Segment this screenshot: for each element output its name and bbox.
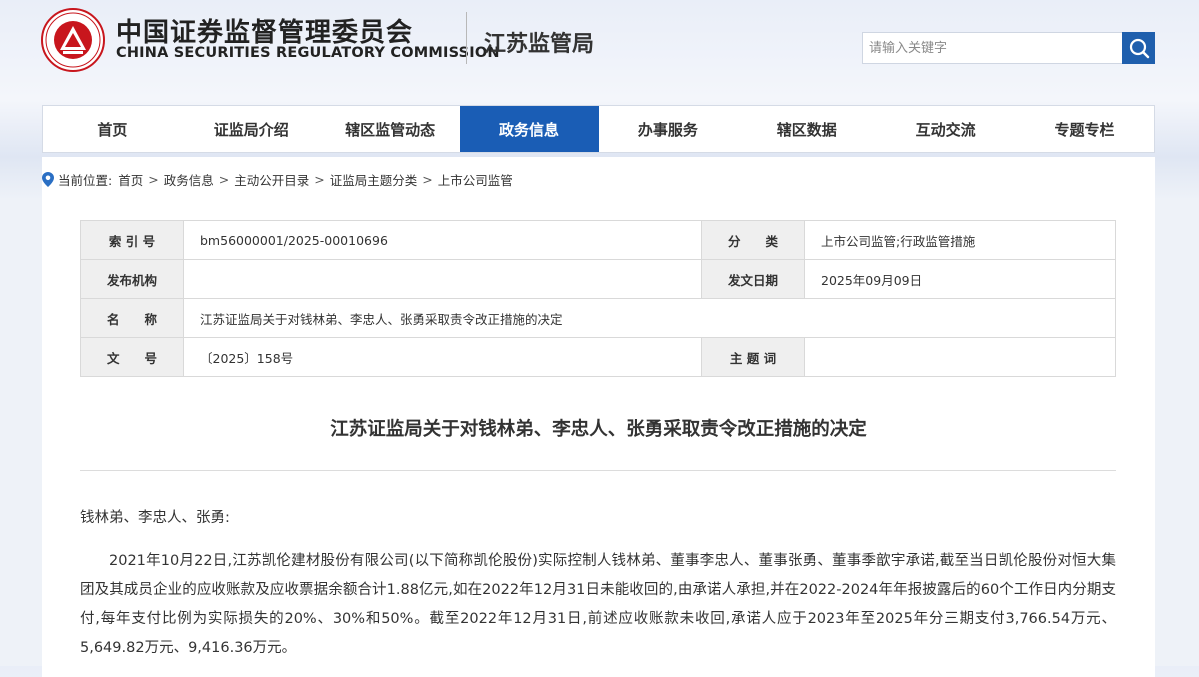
nav-item-regional-data[interactable]: 辖区数据 xyxy=(737,106,876,152)
bureau-name: 江苏监管局 xyxy=(484,32,595,57)
name-label: 名 称 xyxy=(80,298,184,338)
csrc-logo-icon xyxy=(41,8,105,72)
breadcrumb-government-info[interactable]: 政务信息 xyxy=(164,170,214,189)
docno-value: 〔2025〕158号 xyxy=(183,337,702,377)
index-value: bm56000001/2025-00010696 xyxy=(183,220,702,260)
nav-item-home[interactable]: 首页 xyxy=(43,106,182,152)
document-salutation: 钱林弟、李忠人、张勇: xyxy=(80,510,230,526)
breadcrumb-topic-category[interactable]: 证监局主题分类 xyxy=(330,170,418,189)
document-paragraph: 2021年10月22日,江苏凯伦建材股份有限公司(以下简称凯伦股份)实际控制人钱… xyxy=(80,553,1116,656)
nav-item-government-info[interactable]: 政务信息 xyxy=(459,106,599,152)
title-divider xyxy=(80,470,1116,471)
breadcrumb-separator: > xyxy=(422,172,433,187)
breadcrumb-separator: > xyxy=(314,172,325,187)
search-input[interactable] xyxy=(862,32,1122,64)
header-divider xyxy=(466,12,467,64)
nav-item-special-topics[interactable]: 专题专栏 xyxy=(1015,106,1154,152)
date-value: 2025年09月09日 xyxy=(804,259,1116,299)
docno-label: 文 号 xyxy=(80,337,184,377)
publisher-label: 发布机构 xyxy=(80,259,184,299)
publisher-value xyxy=(183,259,702,299)
category-value: 上市公司监管;行政监管措施 xyxy=(804,220,1116,260)
breadcrumb-separator: > xyxy=(218,172,230,187)
breadcrumb-listed-company[interactable]: 上市公司监管 xyxy=(438,170,513,189)
name-value: 江苏证监局关于对钱林弟、李忠人、张勇采取责令改正措施的决定 xyxy=(183,298,1116,338)
breadcrumb-prefix: 当前位置: xyxy=(58,173,113,188)
nav-item-bureau-intro[interactable]: 证监局介绍 xyxy=(182,106,321,152)
nav-item-interaction[interactable]: 互动交流 xyxy=(876,106,1015,152)
nav-item-regulatory-news[interactable]: 辖区监管动态 xyxy=(321,106,460,152)
content-panel: 当前位置: 首页 > 政务信息 > 主动公开目录 > 证监局主题分类 > 上市公… xyxy=(42,157,1155,677)
main-nav: 首页 证监局介绍 辖区监管动态 政务信息 办事服务 辖区数据 互动交流 专题专栏 xyxy=(42,105,1155,153)
breadcrumb: 当前位置: 首页 > 政务信息 > 主动公开目录 > 证监局主题分类 > 上市公… xyxy=(42,170,513,189)
topic-value xyxy=(804,337,1116,377)
document-info-table: 索 引 号 bm56000001/2025-00010696 分 类 上市公司监… xyxy=(80,220,1116,377)
topic-label: 主 题 词 xyxy=(701,337,805,377)
breadcrumb-public-catalog[interactable]: 主动公开目录 xyxy=(234,170,309,189)
site-title-en: CHINA SECURITIES REGULATORY COMMISSION xyxy=(116,45,500,61)
category-label: 分 类 xyxy=(701,220,805,260)
index-label: 索 引 号 xyxy=(80,220,184,260)
document-title: 江苏证监局关于对钱林弟、李忠人、张勇采取责令改正措施的决定 xyxy=(330,419,867,440)
search-icon xyxy=(1129,38,1149,59)
breadcrumb-home[interactable]: 首页 xyxy=(118,170,143,189)
breadcrumb-separator: > xyxy=(148,172,159,187)
search-button[interactable] xyxy=(1122,32,1155,64)
location-pin-icon xyxy=(42,172,54,187)
nav-item-services[interactable]: 办事服务 xyxy=(599,106,738,152)
site-title-cn: 中国证券监督管理委员会 xyxy=(116,18,414,48)
date-label: 发文日期 xyxy=(701,259,805,299)
